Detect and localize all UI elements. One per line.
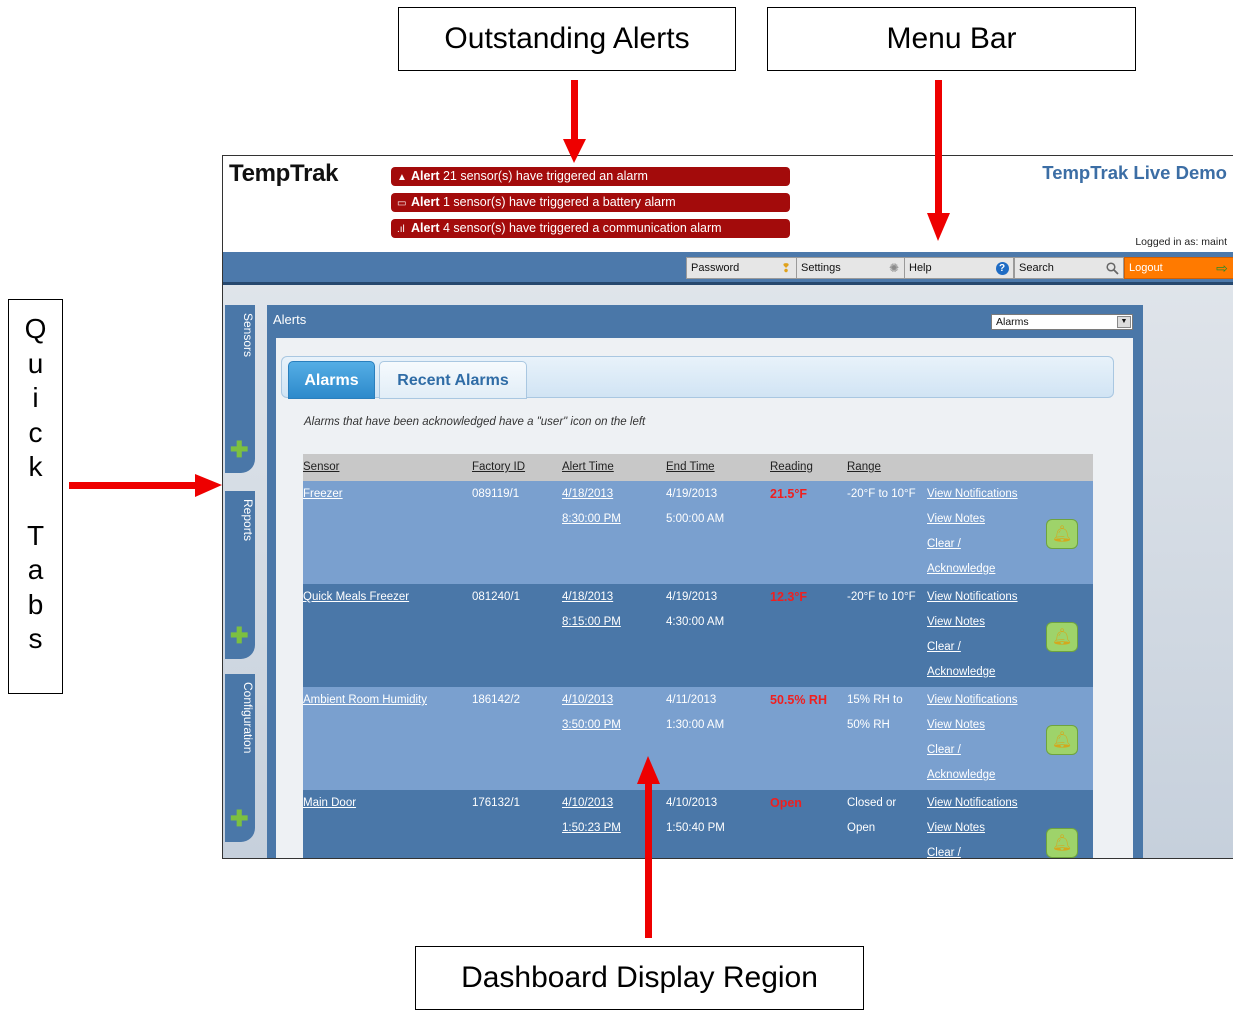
quick-tabs-arrowhead <box>195 474 222 497</box>
outstanding-alerts-arrow <box>571 80 578 141</box>
outstanding-alerts-arrowhead <box>563 139 586 163</box>
callout-arrows <box>69 80 950 938</box>
dashboard-arrowhead <box>637 756 660 784</box>
menu-bar-arrow <box>935 80 942 215</box>
menu-bar-arrowhead <box>927 213 950 241</box>
dashboard-arrow <box>645 782 652 938</box>
quick-tabs-arrow <box>69 482 197 489</box>
